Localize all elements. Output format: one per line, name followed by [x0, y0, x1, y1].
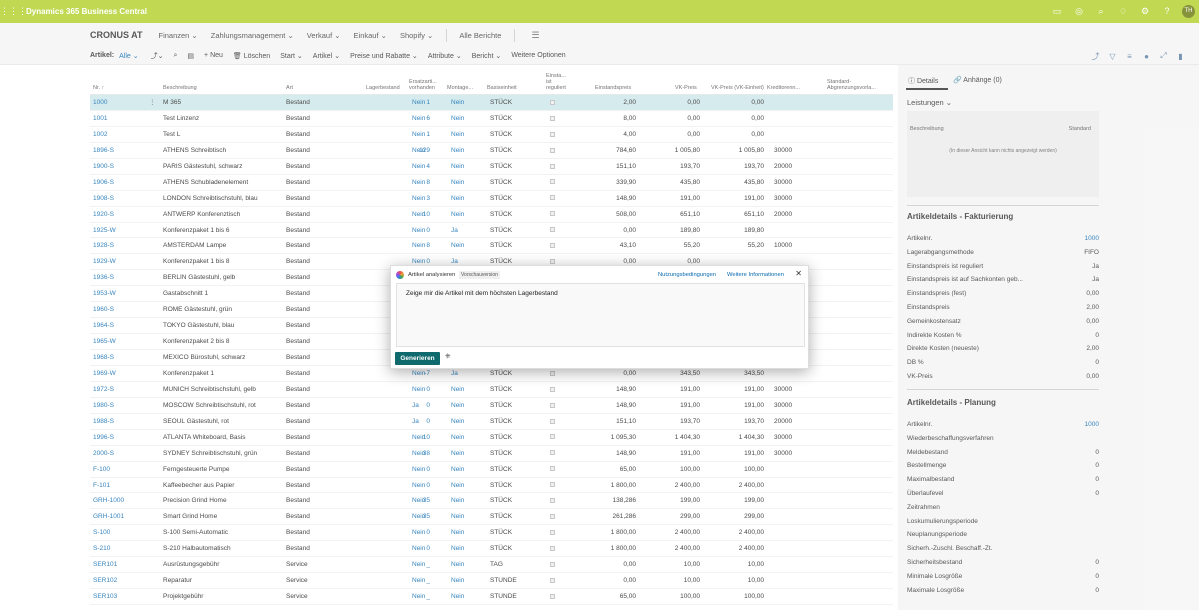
terms-link[interactable]: Nutzungsbedingungen	[658, 272, 716, 278]
prompt-text: Zeige mir die Artikel mit dem höchsten L…	[406, 290, 558, 297]
prompt-input[interactable]: Zeige mir die Artikel mit dem höchsten L…	[396, 283, 805, 347]
copilot-icon	[396, 271, 404, 279]
generate-button[interactable]: Generieren	[395, 352, 440, 365]
close-icon[interactable]: ✕	[795, 269, 802, 278]
dialog-title: Artikel analysieren	[408, 272, 456, 278]
prompt-guide-icon[interactable]: ⎈	[445, 353, 451, 361]
more-info-link[interactable]: Weitere Informationen	[727, 272, 784, 278]
copilot-dialog: Artikel analysieren Vorschauversion Nutz…	[390, 265, 809, 369]
preview-badge: Vorschauversion	[459, 271, 500, 279]
